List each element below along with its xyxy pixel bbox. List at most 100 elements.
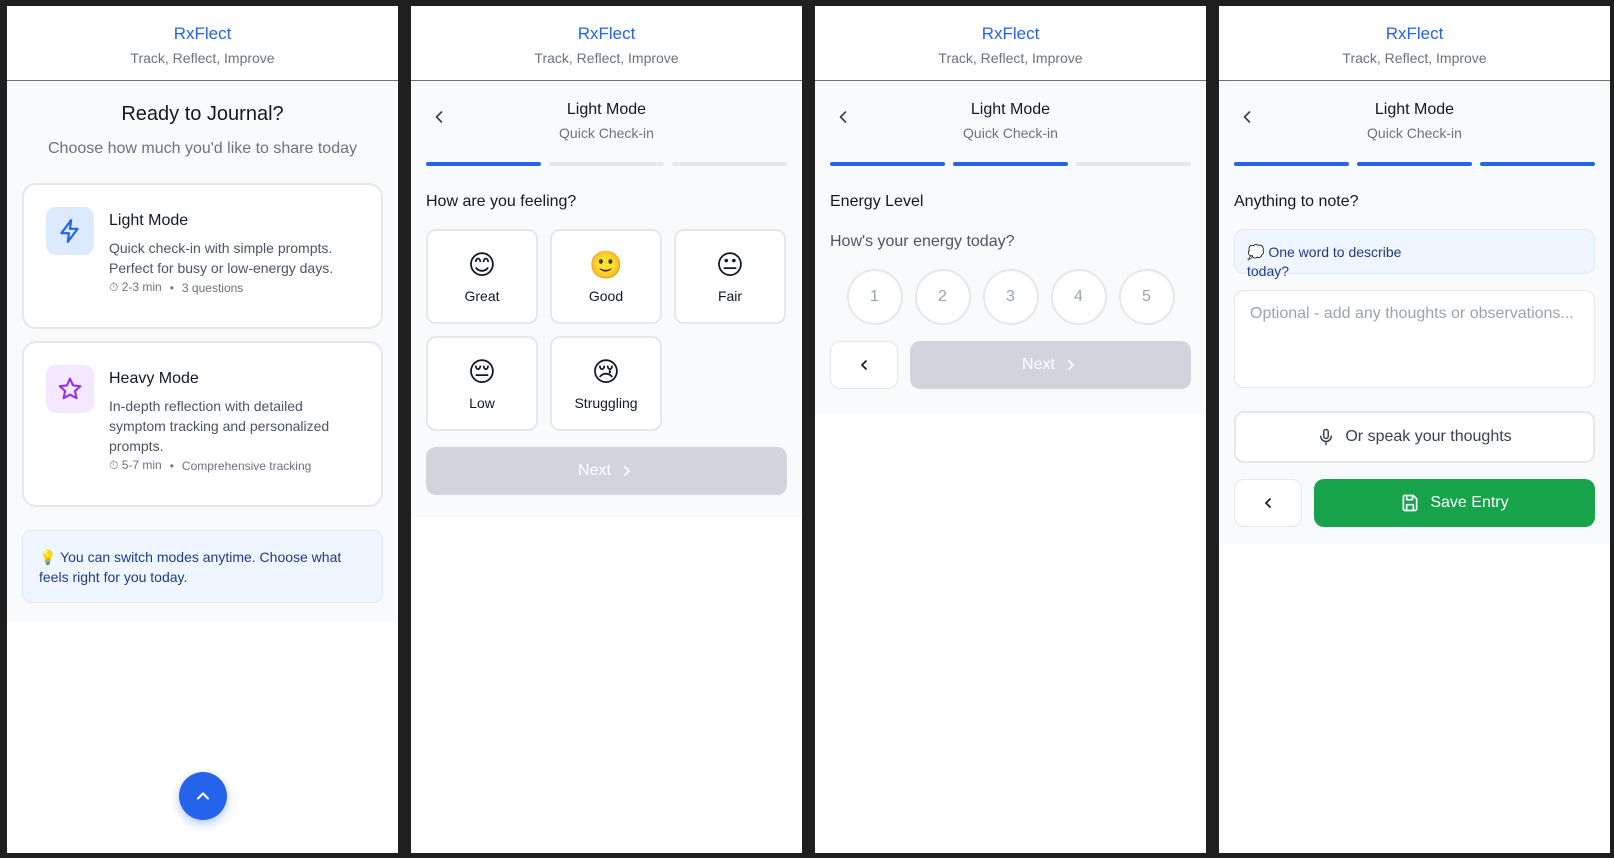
chevron-up-icon [196,792,210,800]
neutral-face-icon: 😐 [715,249,745,280]
light-mode-questions: 3 questions [181,280,244,295]
speak-thoughts-button[interactable]: Or speak your thoughts [1234,411,1595,463]
tip-box: 💡 You can switch modes anytime. Choose w… [22,530,383,603]
flow-header: Light Mode Quick Check-in [1219,81,1610,161]
save-icon [1402,494,1418,512]
step-nav: Save Entry [1219,463,1610,527]
question-prompt: How's your energy today? [830,233,1015,250]
app-title: RxFlect [1385,24,1444,43]
heavy-mode-tracking: Comprehensive tracking [181,458,312,473]
question-title: Anything to note? [1234,193,1359,210]
flow-subtitle: Quick Check-in [1367,125,1462,141]
notes-step-body: Light Mode Quick Check-in Anything to no… [1219,81,1610,544]
mood-option-low[interactable]: 😔 Low [426,336,538,431]
happy-face-icon: 😊 [467,249,497,280]
save-entry-button[interactable]: Save Entry [1314,479,1595,527]
heavy-mode-card[interactable]: Heavy Mode In-depth reflection with deta… [22,341,383,507]
app-header: RxFlect Track, Reflect, Improve [411,6,802,81]
progress-segment [1480,162,1595,166]
energy-option-3[interactable]: 3 [982,269,1039,325]
mood-option-good[interactable]: 🙂 Good [550,229,662,324]
next-button[interactable]: Next [910,341,1191,389]
progress-bar [1219,162,1610,166]
energy-option-1[interactable]: 1 [846,269,903,325]
mood-step-screen: RxFlect Track, Reflect, Improve Light Mo… [411,6,802,853]
heavy-mode-meta: ⏱ 5-7 min • Comprehensive tracking [109,458,359,473]
meta-separator: • [169,458,174,473]
page-title: Ready to Journal? [121,103,284,125]
smile-face-icon: 🙂 [589,249,623,280]
energy-option-5[interactable]: 5 [1118,269,1175,325]
mood-step-body: Light Mode Quick Check-in How are you fe… [411,81,802,517]
page-lede: Choose how much you'd like to share toda… [47,140,357,157]
light-mode-title: Light Mode [109,212,189,229]
mode-select-body: Ready to Journal? Choose how much you'd … [7,81,398,622]
chevron-right-icon [624,466,630,476]
chevron-right-icon [1068,360,1074,370]
progress-segment [830,162,945,166]
progress-segment [1234,162,1349,166]
prompt-text: 💭 One word to describe today? [1247,244,1402,279]
progress-segment [953,162,1068,166]
back-button[interactable] [423,101,455,133]
energy-option-2[interactable]: 2 [914,269,971,325]
progress-segment [1357,162,1472,166]
heavy-mode-title: Heavy Mode [109,370,199,387]
mood-label: Good [588,287,624,304]
app-title: RxFlect [173,24,232,43]
crying-face-icon: 😢 [591,356,621,387]
app-header: RxFlect Track, Reflect, Improve [1219,6,1610,81]
light-mode-meta: ⏱ 2-3 min • 3 questions [109,280,359,295]
progress-bar [815,162,1206,166]
microphone-icon [1320,428,1333,446]
mood-option-great[interactable]: 😊 Great [426,229,538,324]
previous-button[interactable] [1234,479,1302,527]
app-subtitle: Track, Reflect, Improve [130,50,275,66]
next-label: Next [578,462,611,479]
notes-step-screen: RxFlect Track, Reflect, Improve Light Mo… [1219,6,1610,853]
light-mode-time: ⏱ 2-3 min [109,280,162,294]
mood-label: Low [469,394,495,411]
chevron-left-icon [861,360,867,370]
app-title: RxFlect [577,24,636,43]
progress-bar [411,162,802,166]
heavy-mode-time: ⏱ 5-7 min [109,458,162,472]
save-entry-label: Save Entry [1430,494,1509,511]
flow-subtitle: Quick Check-in [559,125,654,141]
chevron-left-icon [839,111,847,123]
notes-textarea[interactable] [1234,290,1595,388]
flow-title: Light Mode [1374,101,1455,118]
speak-thoughts-label: Or speak your thoughts [1345,428,1512,445]
progress-segment [1076,162,1191,166]
mood-option-fair[interactable]: 😐 Fair [674,229,786,324]
flow-subtitle: Quick Check-in [963,125,1058,141]
flow-title: Light Mode [970,101,1051,118]
mood-option-struggling[interactable]: 😢 Struggling [550,336,662,431]
pensive-face-icon: 😔 [467,356,497,387]
mode-select-screen: RxFlect Track, Reflect, Improve Ready to… [7,6,398,853]
app-subtitle: Track, Reflect, Improve [1342,50,1487,66]
flow-header: Light Mode Quick Check-in [815,81,1206,161]
energy-scale: 1 2 3 4 5 [815,269,1206,325]
next-button[interactable]: Next [426,447,787,495]
chevron-left-icon [1243,111,1251,123]
progress-segment [549,162,664,166]
progress-segment [426,162,541,166]
energy-step-screen: RxFlect Track, Reflect, Improve Light Mo… [815,6,1206,853]
chevron-left-icon [435,111,443,123]
back-button[interactable] [1231,101,1263,133]
step-nav: Next [815,325,1206,389]
flow-header: Light Mode Quick Check-in [411,81,802,161]
energy-step-body: Light Mode Quick Check-in Energy Level H… [815,81,1206,414]
previous-button[interactable] [830,341,898,389]
mood-label: Struggling [574,394,638,411]
next-label: Next [1022,356,1055,373]
light-mode-description: Quick check-in with simple prompts. Perf… [109,240,334,276]
scroll-top-button[interactable] [179,772,227,820]
back-button[interactable] [827,101,859,133]
energy-option-4[interactable]: 4 [1050,269,1107,325]
app-subtitle: Track, Reflect, Improve [534,50,679,66]
flow-title: Light Mode [566,101,647,118]
light-mode-card[interactable]: Light Mode Quick check-in with simple pr… [22,183,383,329]
mood-label: Fair [717,287,743,304]
